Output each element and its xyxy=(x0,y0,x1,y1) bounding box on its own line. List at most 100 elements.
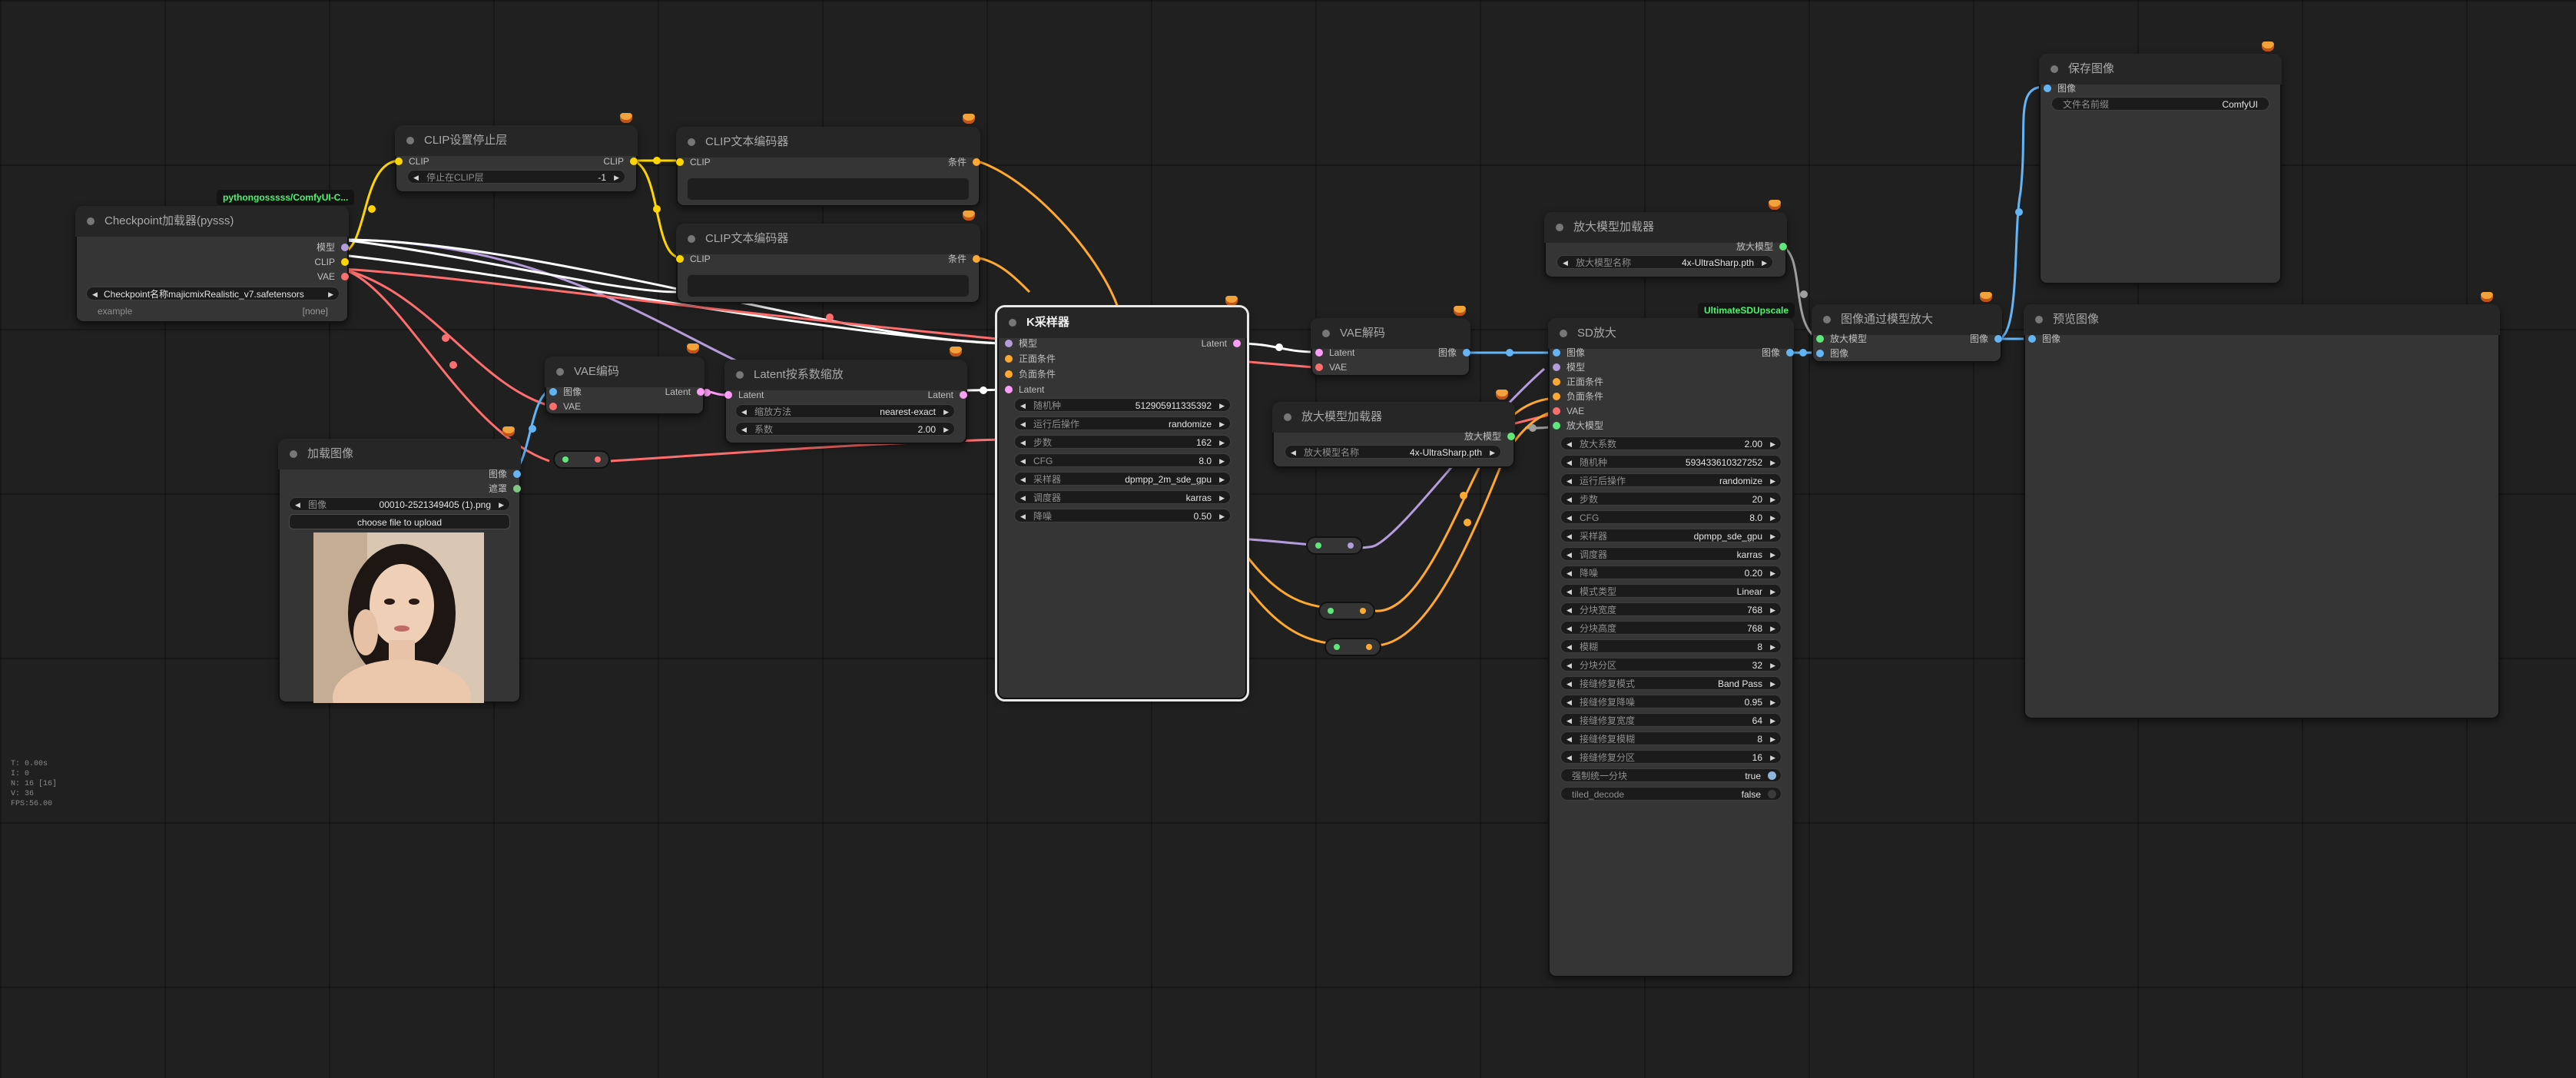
input-image[interactable]: 图像 xyxy=(1816,348,1848,359)
input-clip[interactable]: CLIP xyxy=(676,254,711,264)
input-images[interactable]: 图像 xyxy=(2044,83,2076,94)
input-negative[interactable]: 负面条件 xyxy=(1553,391,1603,402)
reroute-input-dot[interactable] xyxy=(1334,644,1340,650)
node-title[interactable]: 加载图像 xyxy=(278,439,521,469)
output-conditioning[interactable]: 条件 xyxy=(948,254,980,264)
output-latent[interactable]: Latent xyxy=(1202,338,1241,349)
node-title[interactable]: 放大模型加载器 xyxy=(1272,402,1515,433)
reroute-output-dot[interactable] xyxy=(595,456,601,463)
output-mask[interactable]: 遮罩 xyxy=(489,483,521,494)
node-upscale-model-loader-2[interactable]: 放大模型加载器 放大模型 ◀ 放大模型名称 4x-UltraSharp.pth ▶ xyxy=(1272,402,1515,468)
sd-upscale-widget[interactable]: ◀ 放大系数 2.00 ▶ xyxy=(1560,436,1782,450)
output-image[interactable]: 图像 xyxy=(1762,347,1794,358)
node-title[interactable]: 图像通过模型放大 xyxy=(1812,304,2002,335)
model-name-combo[interactable]: ◀ 放大模型名称 4x-UltraSharp.pth ▶ xyxy=(1285,445,1501,459)
model-name-combo[interactable]: ◀ 放大模型名称 4x-UltraSharp.pth ▶ xyxy=(1557,255,1773,269)
collapse-dot-icon[interactable] xyxy=(688,235,695,243)
reroute-input-dot[interactable] xyxy=(1328,608,1334,614)
sd-upscale-widget[interactable]: ◀ 随机种 593433610327252 ▶ xyxy=(1560,455,1782,469)
output-upscale-model[interactable]: 放大模型 xyxy=(1736,241,1787,252)
steps-widget[interactable]: ◀ 步数 162 ▶ xyxy=(1014,435,1231,449)
output-latent[interactable]: Latent xyxy=(665,386,705,397)
input-latent[interactable]: Latent xyxy=(724,390,764,400)
reroute-output-dot[interactable] xyxy=(1348,542,1354,549)
output-image[interactable]: 图像 xyxy=(489,469,521,479)
input-upscale-model[interactable]: 放大模型 xyxy=(1553,420,1603,431)
collapse-dot-icon[interactable] xyxy=(1823,316,1831,323)
prompt-textarea[interactable] xyxy=(687,274,970,297)
input-vae[interactable]: VAE xyxy=(1553,406,1584,416)
node-latent-upscale-by[interactable]: Latent按系数缩放 Latent Latent ◀ 缩放方法 nearest-e… xyxy=(724,360,967,444)
node-clip-text-encode-negative[interactable]: CLIP文本编码器 CLIP 条件 xyxy=(676,224,980,303)
collapse-dot-icon[interactable] xyxy=(406,137,414,144)
image-file-combo[interactable]: ◀ 图像 00010-2521349405 (1).png ▶ xyxy=(289,497,510,511)
input-model[interactable]: 模型 xyxy=(1553,362,1585,373)
collapse-dot-icon[interactable] xyxy=(736,371,744,379)
example-widget[interactable]: example [none] xyxy=(86,303,340,317)
reroute-input-dot[interactable] xyxy=(562,456,569,463)
reroute-node[interactable] xyxy=(1306,536,1363,555)
collapse-dot-icon[interactable] xyxy=(1009,319,1016,327)
node-title[interactable]: 放大模型加载器 xyxy=(1544,212,1787,243)
input-image[interactable]: 图像 xyxy=(549,386,582,397)
reroute-output-dot[interactable] xyxy=(1360,608,1366,614)
node-title[interactable]: Checkpoint加载器(pysss) xyxy=(75,206,349,237)
stop-at-clip-layer-widget[interactable]: ◀ 停止在CLIP层 -1 ▶ xyxy=(407,170,625,184)
sd-upscale-widget[interactable]: ◀ 分块高度 768 ▶ xyxy=(1560,621,1782,635)
node-image-upscale-with-model[interactable]: 图像通过模型放大 放大模型 图像 图像 xyxy=(1812,304,2002,363)
sd-upscale-widget[interactable]: ◀ 接缝修复分区 16 ▶ xyxy=(1560,750,1782,764)
filename-prefix-input[interactable]: 文件名前缀 ComfyUI xyxy=(2051,97,2269,111)
node-vae-decode[interactable]: VAE解码 Latent VAE 图像 xyxy=(1311,318,1470,376)
input-images[interactable]: 图像 xyxy=(2028,333,2060,344)
node-ksampler[interactable]: K采样器 模型 正面条件 负面条件 Latent Latent ◀ 随机种 5129… xyxy=(995,305,1249,702)
ckpt-name-combo[interactable]: ◀ Checkpoint名称majicmixRealistic_v7.safete… xyxy=(86,287,340,300)
input-samples[interactable]: Latent xyxy=(1315,347,1354,358)
input-image[interactable]: 图像 xyxy=(1553,347,1585,358)
sd-upscale-widget[interactable]: ◀ 接缝修复模式 Band Pass ▶ xyxy=(1560,676,1782,690)
collapse-dot-icon[interactable] xyxy=(688,138,695,146)
cfg-widget[interactable]: ◀ CFG 8.0 ▶ xyxy=(1014,453,1231,467)
prompt-textarea[interactable] xyxy=(687,177,970,201)
input-upscale-model[interactable]: 放大模型 xyxy=(1816,333,1867,344)
node-ultimate-sd-upscale[interactable]: SD放大 图像 模型 正面条件 负面条件 VAE 放大模型 图像 ◀ 放大系数 2.… xyxy=(1548,318,1794,977)
input-clip[interactable]: CLIP xyxy=(395,156,429,167)
scale-by-widget[interactable]: ◀ 系数 2.00 ▶ xyxy=(735,422,955,436)
output-clip[interactable]: CLIP xyxy=(603,156,638,167)
sd-upscale-widget[interactable]: ◀ 模糊 8 ▶ xyxy=(1560,639,1782,653)
output-vae[interactable]: VAE xyxy=(317,271,349,282)
collapse-dot-icon[interactable] xyxy=(87,217,94,225)
reroute-node[interactable] xyxy=(1324,638,1381,656)
input-model[interactable]: 模型 xyxy=(1005,338,1037,349)
sd-upscale-toggle[interactable]: tiled_decode false xyxy=(1560,787,1782,801)
output-image[interactable]: 图像 xyxy=(1970,333,2002,344)
output-image[interactable]: 图像 xyxy=(1438,347,1470,358)
collapse-dot-icon[interactable] xyxy=(556,368,564,376)
sd-upscale-widget[interactable]: ◀ 步数 20 ▶ xyxy=(1560,492,1782,506)
output-latent[interactable]: Latent xyxy=(928,390,967,400)
input-clip[interactable]: CLIP xyxy=(676,157,711,168)
control-after-generate-combo[interactable]: ◀ 运行后操作 randomize ▶ xyxy=(1014,416,1231,430)
sd-upscale-widget[interactable]: ◀ 采样器 dpmpp_sde_gpu ▶ xyxy=(1560,529,1782,542)
node-title[interactable]: 预览图像 xyxy=(2024,304,2500,335)
reroute-input-dot[interactable] xyxy=(1315,542,1321,549)
collapse-dot-icon[interactable] xyxy=(2035,316,2043,323)
node-checkpoint-loader[interactable]: Checkpoint加载器(pysss) 模型 CLIP VAE ◀ Checkp… xyxy=(75,206,349,323)
output-upscale-model[interactable]: 放大模型 xyxy=(1464,431,1515,442)
scheduler-combo[interactable]: ◀ 调度器 karras ▶ xyxy=(1014,490,1231,504)
input-vae[interactable]: VAE xyxy=(1315,362,1347,373)
node-title[interactable]: K采样器 xyxy=(997,307,1247,338)
node-title[interactable]: VAE解码 xyxy=(1311,318,1470,349)
collapse-dot-icon[interactable] xyxy=(1556,224,1563,231)
node-title[interactable]: SD放大 xyxy=(1548,318,1794,349)
input-negative[interactable]: 负面条件 xyxy=(1005,369,1056,380)
output-model[interactable]: 模型 xyxy=(317,242,349,253)
output-clip[interactable]: CLIP xyxy=(314,257,349,267)
input-vae[interactable]: VAE xyxy=(549,401,581,412)
input-latent-image[interactable]: Latent xyxy=(1005,384,1044,395)
collapse-dot-icon[interactable] xyxy=(290,450,297,458)
reroute-output-dot[interactable] xyxy=(1366,644,1372,650)
node-title[interactable]: CLIP设置停止层 xyxy=(395,125,638,156)
node-title[interactable]: CLIP文本编码器 xyxy=(676,224,980,254)
output-conditioning[interactable]: 条件 xyxy=(948,157,980,168)
collapse-dot-icon[interactable] xyxy=(1322,330,1330,337)
